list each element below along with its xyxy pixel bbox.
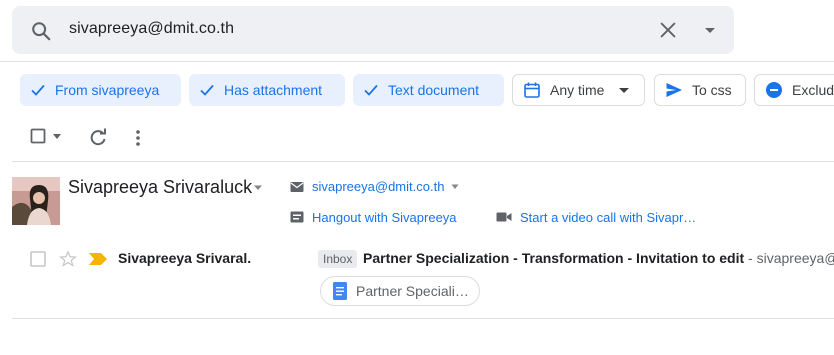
- row-checkbox[interactable]: [30, 251, 46, 267]
- message-line[interactable]: Partner Specialization - Transformation …: [363, 250, 834, 266]
- toolbar-divider: [12, 161, 834, 162]
- search-options-icon[interactable]: [702, 22, 718, 38]
- search-input[interactable]: sivapreeya@dmit.co.th: [69, 20, 234, 38]
- check-icon: [364, 84, 378, 96]
- clear-search-icon[interactable]: [657, 19, 679, 41]
- message-sender[interactable]: Sivapreeya Srivaral.: [118, 250, 251, 266]
- message-subject: Partner Specialization - Transformation …: [363, 250, 745, 266]
- contact-menu-caret-icon[interactable]: [253, 185, 263, 191]
- select-dropdown-icon[interactable]: [52, 133, 62, 141]
- search-icon[interactable]: [30, 20, 52, 42]
- chip-label: From sivapreeya: [55, 82, 160, 98]
- inbox-label-badge[interactable]: Inbox: [318, 250, 358, 268]
- chip-label: Text document: [388, 82, 480, 98]
- attachment-name: Partner Speciali…: [356, 283, 469, 299]
- chip-label: Any time: [550, 82, 605, 98]
- important-marker-icon[interactable]: [89, 253, 107, 265]
- attachment-chip[interactable]: Partner Speciali…: [320, 276, 480, 306]
- contact-email-link[interactable]: sivapreeya@dmit.co.th: [312, 179, 444, 194]
- email-menu-caret-icon[interactable]: [451, 184, 459, 190]
- search-bar[interactable]: sivapreeya@dmit.co.th: [12, 6, 734, 54]
- chip-exclude[interactable]: Exclud: [754, 74, 834, 106]
- chip-any-time[interactable]: Any time: [512, 74, 645, 106]
- contact-name: Sivapreeya Srivaraluck: [68, 177, 253, 197]
- video-call-link[interactable]: Start a video call with Sivapr…: [520, 210, 696, 225]
- calendar-icon: [524, 82, 540, 98]
- hangout-icon: [290, 211, 304, 223]
- chip-label: Has attachment: [224, 82, 323, 98]
- video-call-icon: [496, 212, 512, 222]
- row-divider: [12, 318, 834, 319]
- chip-from[interactable]: From sivapreeya: [20, 74, 181, 106]
- message-snippet: - sivapreeya@d: [748, 250, 834, 266]
- header-divider: [0, 61, 834, 62]
- check-icon: [200, 84, 214, 96]
- mail-icon: [290, 182, 304, 192]
- refresh-icon[interactable]: [88, 128, 108, 148]
- hangout-link[interactable]: Hangout with Sivapreeya: [312, 210, 457, 225]
- chip-label: Exclud: [792, 82, 834, 98]
- google-docs-icon: [333, 282, 347, 300]
- exclude-icon: [766, 82, 782, 98]
- check-icon: [31, 84, 45, 96]
- send-icon: [666, 83, 682, 97]
- chip-label: To css: [692, 82, 732, 98]
- dropdown-caret-icon: [619, 88, 630, 93]
- chip-text-document[interactable]: Text document: [353, 74, 504, 106]
- chip-has-attachment[interactable]: Has attachment: [189, 74, 345, 106]
- select-all-checkbox[interactable]: [30, 126, 48, 144]
- avatar[interactable]: [12, 177, 60, 225]
- star-icon[interactable]: [59, 250, 77, 268]
- chip-to-css[interactable]: To css: [654, 74, 746, 106]
- more-options-icon[interactable]: [134, 128, 142, 148]
